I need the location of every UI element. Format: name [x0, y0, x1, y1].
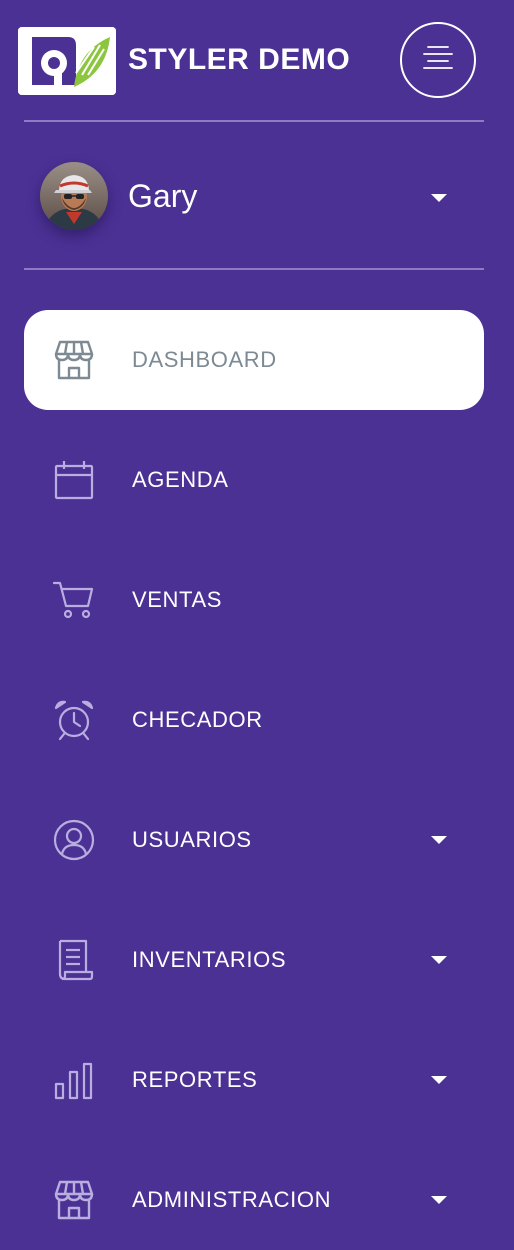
nav-item-agenda[interactable]: AGENDA	[24, 430, 484, 530]
menu-toggle-button[interactable]	[400, 22, 476, 98]
store-icon	[52, 338, 96, 382]
header-divider	[24, 120, 484, 122]
nav-item-inventarios[interactable]: INVENTARIOS	[24, 910, 484, 1010]
user-name: Gary	[128, 178, 198, 214]
chevron-down-icon	[431, 1196, 447, 1204]
bar-chart-icon	[52, 1058, 96, 1102]
sidebar-header: STYLER DEMO	[0, 0, 514, 120]
app-title: STYLER DEMO	[128, 43, 351, 76]
nav-item-dashboard[interactable]: DASHBOARD	[24, 310, 484, 410]
nav-item-reportes[interactable]: REPORTES	[24, 1030, 484, 1130]
user-profile-toggle[interactable]: Gary	[24, 150, 484, 240]
nav-label: DASHBOARD	[132, 347, 277, 372]
calendar-icon	[52, 458, 96, 502]
cart-icon	[52, 578, 96, 622]
user-circle-icon	[52, 818, 96, 862]
chevron-down-icon	[431, 1076, 447, 1084]
nav-item-checador[interactable]: CHECADOR	[24, 670, 484, 770]
chevron-down-icon	[431, 194, 447, 202]
chevron-down-icon	[431, 956, 447, 964]
nav-label: REPORTES	[132, 1067, 258, 1092]
nav-label: CHECADOR	[132, 707, 263, 732]
nav-item-administracion[interactable]: ADMINISTRACION	[24, 1150, 484, 1250]
chevron-down-icon	[431, 836, 447, 844]
nav-label: USUARIOS	[132, 827, 252, 852]
brand-logo[interactable]	[18, 27, 116, 95]
nav-item-usuarios[interactable]: USUARIOS	[24, 790, 484, 890]
nav-item-ventas[interactable]: VENTAS	[24, 550, 484, 650]
avatar	[40, 162, 108, 230]
nav-label: AGENDA	[132, 467, 229, 492]
user-divider	[24, 268, 484, 270]
nav-label: VENTAS	[132, 587, 222, 612]
nav-label: INVENTARIOS	[132, 947, 287, 972]
store-icon	[52, 1178, 96, 1222]
nav-label: ADMINISTRACION	[132, 1187, 332, 1212]
align-center-icon	[422, 45, 454, 76]
alarm-clock-icon	[52, 698, 96, 742]
document-icon	[52, 938, 96, 982]
